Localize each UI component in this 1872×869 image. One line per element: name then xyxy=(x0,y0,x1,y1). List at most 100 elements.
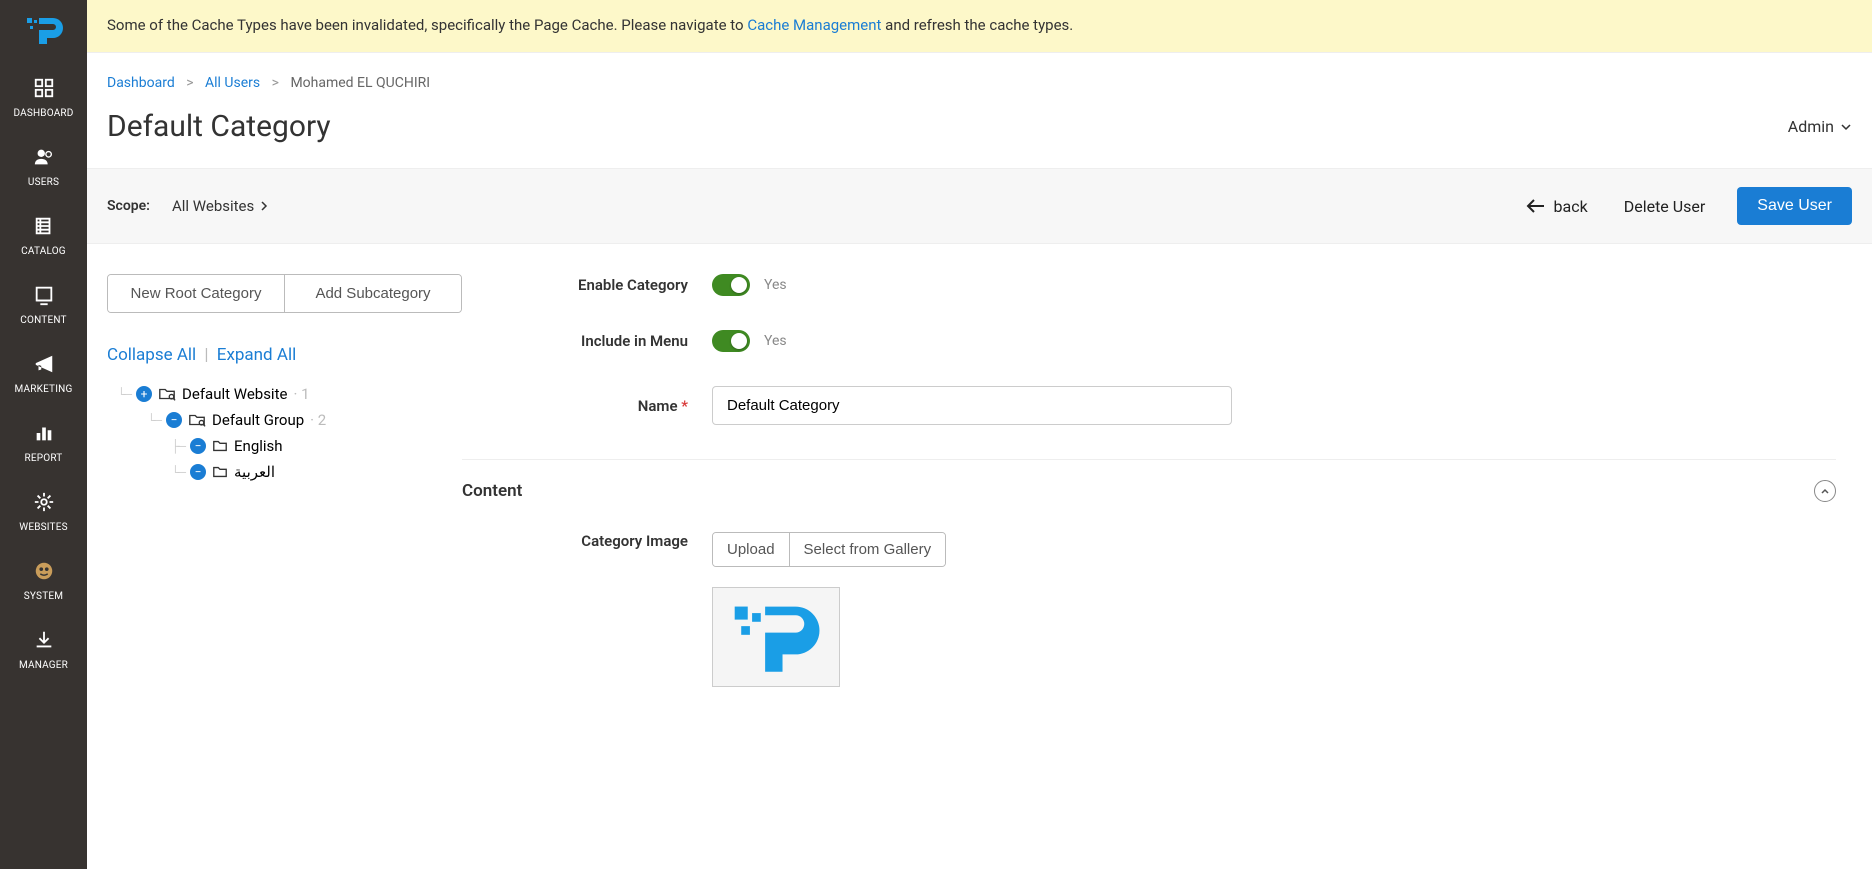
scope-selector[interactable]: All Websites xyxy=(172,197,268,215)
breadcrumb: Dashboard > All Users > Mohamed EL QUCHI… xyxy=(87,53,1872,91)
cache-management-link[interactable]: Cache Management xyxy=(747,16,881,34)
system-icon xyxy=(30,557,58,585)
content-area: New Root Category Add Subcategory Collap… xyxy=(87,244,1872,869)
page-title: Default Category xyxy=(107,109,331,144)
nav-label: REPORT xyxy=(25,453,63,464)
category-image-row: Category Image Upload Select from Galler… xyxy=(462,532,1836,687)
select-gallery-button[interactable]: Select from Gallery xyxy=(790,533,946,566)
upload-button-group: Upload Select from Gallery xyxy=(712,532,946,567)
upload-button[interactable]: Upload xyxy=(713,533,790,566)
nav-users[interactable]: USERS xyxy=(0,133,87,202)
image-preview[interactable] xyxy=(712,587,840,687)
delete-user-button[interactable]: Delete User xyxy=(1624,197,1706,216)
tree: └─ + Default Website · 1 └─ − Default Gr… xyxy=(107,381,462,485)
save-user-button[interactable]: Save User xyxy=(1737,187,1852,225)
content-icon xyxy=(30,281,58,309)
tree-node-english[interactable]: ├─ − English xyxy=(107,433,462,459)
tree-count: · 1 xyxy=(293,385,309,403)
category-button-group: New Root Category Add Subcategory xyxy=(107,274,462,313)
enable-category-value: Yes xyxy=(764,277,787,293)
tree-connector: └─ xyxy=(147,413,160,427)
tree-controls: Collapse All | Expand All xyxy=(107,345,462,365)
left-panel: New Root Category Add Subcategory Collap… xyxy=(107,274,462,869)
websites-icon xyxy=(30,488,58,516)
nav-label: DASHBOARD xyxy=(13,108,73,119)
folder-icon xyxy=(212,439,228,453)
collapse-section-icon[interactable] xyxy=(1814,480,1836,502)
section-content-header[interactable]: Content xyxy=(462,459,1836,532)
add-subcategory-button[interactable]: Add Subcategory xyxy=(285,275,461,312)
scope-value: All Websites xyxy=(172,197,254,215)
header-row: Default Category Admin xyxy=(87,91,1872,168)
divider: | xyxy=(204,345,208,365)
nav-label: CATALOG xyxy=(21,246,66,257)
tree-label: Default Website xyxy=(182,385,287,403)
new-root-category-button[interactable]: New Root Category xyxy=(108,275,285,312)
tree-connector: └─ xyxy=(171,465,184,479)
toolbar: Scope: All Websites back Delete User Sav… xyxy=(87,168,1872,244)
nav-label: SYSTEM xyxy=(24,591,63,602)
back-label: back xyxy=(1554,197,1588,216)
cache-notice: Some of the Cache Types have been invali… xyxy=(87,0,1872,53)
nav-marketing[interactable]: MARKETING xyxy=(0,340,87,409)
form-panel: Enable Category Yes Include in Menu Yes … xyxy=(462,274,1836,869)
marketing-icon xyxy=(30,350,58,378)
nav-manager[interactable]: MANAGER xyxy=(0,616,87,685)
include-menu-toggle[interactable] xyxy=(712,330,750,352)
users-icon xyxy=(30,143,58,171)
enable-category-toggle[interactable] xyxy=(712,274,750,296)
breadcrumb-sep: > xyxy=(272,75,279,91)
tree-node-website[interactable]: └─ + Default Website · 1 xyxy=(107,381,462,407)
admin-label: Admin xyxy=(1788,117,1834,136)
tree-connector: ├─ xyxy=(171,439,184,453)
catalog-icon xyxy=(30,212,58,240)
breadcrumb-all-users[interactable]: All Users xyxy=(205,75,260,91)
nav-label: CONTENT xyxy=(20,315,66,326)
breadcrumb-dashboard[interactable]: Dashboard xyxy=(107,75,175,91)
report-icon xyxy=(30,419,58,447)
nav-websites[interactable]: WEBSITES xyxy=(0,478,87,547)
collapse-all-link[interactable]: Collapse All xyxy=(107,345,196,365)
back-button[interactable]: back xyxy=(1526,197,1588,216)
category-image-label: Category Image xyxy=(462,532,712,550)
nav-catalog[interactable]: CATALOG xyxy=(0,202,87,271)
scope-label: Scope: xyxy=(107,198,150,214)
manager-icon xyxy=(30,626,58,654)
breadcrumb-current: Mohamed EL QUCHIRI xyxy=(290,75,430,91)
name-input[interactable] xyxy=(712,386,1232,425)
nav-label: USERS xyxy=(28,177,59,188)
tree-label: English xyxy=(234,437,283,455)
nav-label: WEBSITES xyxy=(19,522,68,533)
tree-node-group[interactable]: └─ − Default Group · 2 xyxy=(107,407,462,433)
nav-label: MARKETING xyxy=(15,384,73,395)
collapse-icon[interactable]: − xyxy=(190,438,206,454)
name-label: Name * xyxy=(462,397,712,415)
main: Some of the Cache Types have been invali… xyxy=(87,0,1872,869)
tree-node-arabic[interactable]: └─ − العربية xyxy=(107,459,462,485)
nav-label: MANAGER xyxy=(19,660,68,671)
nav-system[interactable]: SYSTEM xyxy=(0,547,87,616)
collapse-icon[interactable]: − xyxy=(166,412,182,428)
dashboard-icon xyxy=(30,74,58,102)
admin-menu[interactable]: Admin xyxy=(1788,117,1852,136)
collapse-icon[interactable]: − xyxy=(190,464,206,480)
website-icon xyxy=(158,386,176,402)
caret-down-icon xyxy=(1840,121,1852,133)
notice-text: Some of the Cache Types have been invali… xyxy=(107,16,747,34)
delete-label: Delete User xyxy=(1624,197,1706,216)
nav-dashboard[interactable]: DASHBOARD xyxy=(0,64,87,133)
nav-content[interactable]: CONTENT xyxy=(0,271,87,340)
include-menu-row: Include in Menu Yes xyxy=(462,330,1836,352)
expand-all-link[interactable]: Expand All xyxy=(217,345,296,365)
nav-report[interactable]: REPORT xyxy=(0,409,87,478)
folder-icon xyxy=(212,465,228,479)
enable-category-row: Enable Category Yes xyxy=(462,274,1836,296)
include-menu-label: Include in Menu xyxy=(462,332,712,350)
expand-icon[interactable]: + xyxy=(136,386,152,402)
name-row: Name * xyxy=(462,386,1836,425)
tree-label: العربية xyxy=(234,463,275,481)
sidebar: DASHBOARD USERS CATALOG CONTENT MARKETIN… xyxy=(0,0,87,869)
group-icon xyxy=(188,412,206,428)
logo[interactable] xyxy=(21,12,67,52)
breadcrumb-sep: > xyxy=(186,75,193,91)
